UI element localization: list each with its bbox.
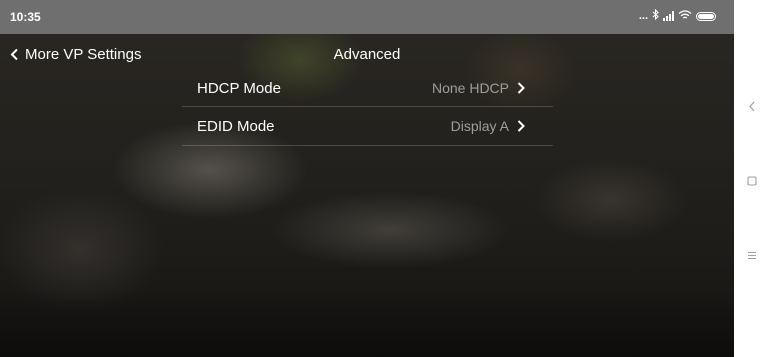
hdcp-mode-row[interactable]: HDCP Mode None HDCP	[182, 70, 553, 107]
battery-icon	[696, 11, 716, 21]
status-icons: ...	[638, 8, 716, 23]
hdcp-mode-value: None HDCP	[431, 80, 509, 96]
edid-mode-row[interactable]: EDID Mode Display A	[182, 107, 553, 146]
nav-home-icon	[746, 176, 757, 186]
edid-mode-label: EDID Mode	[197, 117, 275, 135]
nav-menu-icon	[747, 251, 756, 259]
edid-mode-value-group: Display A	[451, 118, 525, 134]
notification-dots: ...	[638, 10, 648, 22]
hdcp-mode-label: HDCP Mode	[197, 79, 281, 97]
background-shade	[0, 287, 734, 357]
chevron-right-icon	[517, 120, 525, 132]
wifi-icon	[678, 9, 692, 23]
edid-mode-value: Display A	[450, 118, 509, 134]
signal-icon	[663, 11, 674, 21]
nav-back-icon	[748, 101, 754, 111]
page-title: Advanced	[333, 46, 401, 63]
settings-list: HDCP Mode None HDCP EDID Mode Display A	[182, 70, 553, 146]
status-time: 10:35	[10, 10, 41, 24]
nav-home-button[interactable]	[734, 166, 769, 196]
nav-menu-button[interactable]	[734, 240, 769, 270]
hdcp-mode-value-group: None HDCP	[432, 80, 525, 96]
app-screen: 10:35 ... More VP Settings Advanced HDCP…	[0, 0, 734, 357]
status-bar: 10:35 ...	[0, 0, 734, 34]
bluetooth-icon	[652, 8, 659, 23]
nav-back-button[interactable]	[734, 91, 769, 121]
chevron-right-icon	[517, 82, 525, 94]
system-nav-bar	[734, 0, 769, 357]
